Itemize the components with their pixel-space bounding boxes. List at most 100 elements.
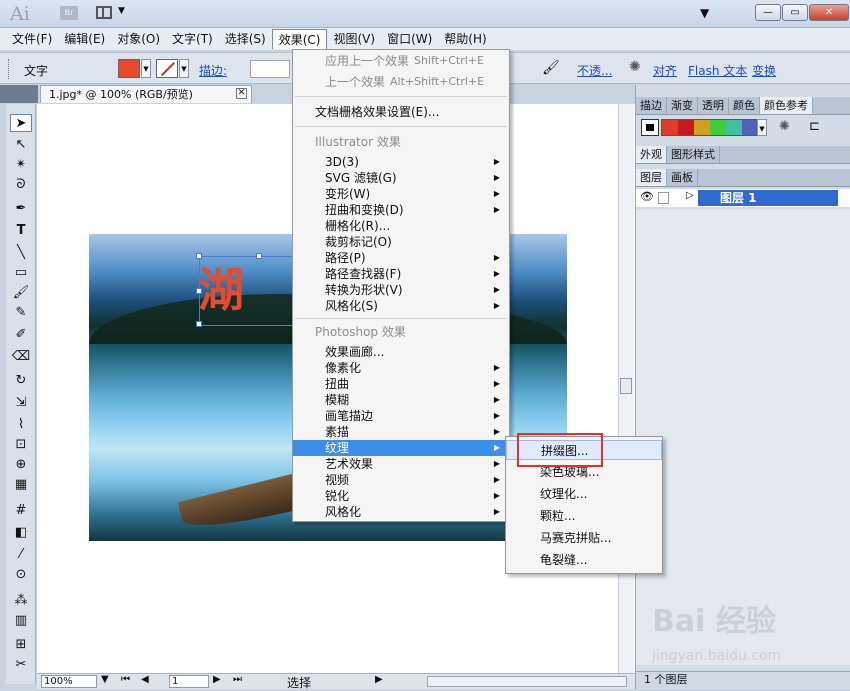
arrange-documents-icon[interactable] [96, 6, 112, 19]
submenu-item-craquelure[interactable]: 龟裂缝... [506, 550, 662, 570]
harmony-swatch-2[interactable] [678, 120, 694, 135]
color-wheel-icon[interactable]: ✺ [779, 119, 790, 134]
zoom-dropdown-icon[interactable]: ▼ [101, 674, 109, 685]
menu-item-distort[interactable]: 扭曲 ▶ [293, 376, 509, 392]
tab-appearance[interactable]: 外观 [636, 146, 667, 163]
menu-select[interactable]: 选择(S) [219, 29, 272, 49]
scale-tool-icon[interactable]: ⇲ [10, 394, 32, 412]
first-artboard-icon[interactable]: ⏮ [121, 674, 130, 685]
next-artboard-icon[interactable]: ▶ [213, 674, 221, 685]
symbol-sprayer-icon[interactable]: ⁂ [10, 592, 32, 610]
menu-object[interactable]: 对象(O) [111, 29, 166, 49]
resize-handle[interactable] [256, 253, 262, 259]
menu-item-convert-to-shape[interactable]: 转换为形状(V) ▶ [293, 282, 509, 298]
fill-swatch[interactable] [118, 59, 140, 78]
stroke-weight-input[interactable] [250, 60, 290, 78]
menu-item-pixelate[interactable]: 像素化 ▶ [293, 360, 509, 376]
menu-item-crop-marks[interactable]: 裁剪标记(O) [293, 234, 509, 250]
menu-item-rasterize[interactable]: 栅格化(R)... [293, 218, 509, 234]
minimize-button[interactable]: — [755, 4, 781, 21]
menu-item-stylize-ps[interactable]: 风格化 ▶ [293, 504, 509, 520]
prev-artboard-icon[interactable]: ◀ [141, 674, 149, 685]
chevron-down-icon[interactable]: ▼ [118, 6, 125, 16]
lock-toggle[interactable] [658, 192, 669, 204]
harmony-swatch-1[interactable] [662, 120, 678, 135]
menu-item-sharpen[interactable]: 锐化 ▶ [293, 488, 509, 504]
resize-handle[interactable] [196, 321, 202, 327]
base-color-swatch[interactable] [641, 119, 659, 136]
menu-window[interactable]: 窗口(W) [381, 29, 438, 49]
brush-icon[interactable]: 🖌 [542, 60, 560, 76]
stroke-dropdown[interactable]: ▼ [179, 59, 189, 78]
menu-item-artistic[interactable]: 艺术效果 ▶ [293, 456, 509, 472]
menu-item-video[interactable]: 视频 ▶ [293, 472, 509, 488]
submenu-item-mosaic-tiles[interactable]: 马赛克拼贴... [506, 528, 662, 548]
menu-item-last-effect[interactable]: 上一个效果 Alt+Shift+Ctrl+E [293, 74, 509, 90]
stroke-swatch[interactable] [156, 59, 178, 78]
stroke-link[interactable]: 描边: [199, 62, 227, 79]
scroll-thumb[interactable] [620, 378, 632, 394]
blend-tool-icon[interactable]: ⊙ [10, 566, 32, 584]
harmony-swatch-4[interactable] [710, 120, 726, 135]
blob-brush-icon[interactable]: ✐ [10, 326, 32, 344]
menu-item-3d[interactable]: 3D(3) ▶ [293, 154, 509, 170]
menu-type[interactable]: 文字(T) [166, 29, 219, 49]
document-tab[interactable]: 1.jpg* @ 100% (RGB/预览) ✕ [40, 85, 252, 103]
menu-item-document-raster-settings[interactable]: 文档栅格效果设置(E)... [293, 104, 509, 120]
pencil-icon[interactable]: ✎ [10, 304, 32, 322]
direct-selection-tool-icon[interactable]: ↖ [10, 136, 32, 154]
zoom-field[interactable]: 100% [41, 675, 97, 688]
menu-item-texture[interactable]: 纹理 ▶ [293, 440, 509, 456]
search-dropdown[interactable]: ▼ [700, 6, 740, 20]
resize-handle[interactable] [196, 253, 202, 259]
rectangle-tool-icon[interactable]: ▭ [10, 264, 32, 282]
menu-item-brush-strokes[interactable]: 画笔描边 ▶ [293, 408, 509, 424]
harmony-swatch-3[interactable] [694, 120, 710, 135]
menu-effect[interactable]: 效果(C) [271, 29, 328, 49]
tab-stroke[interactable]: 描边 [636, 97, 667, 114]
new-swatch-group-icon[interactable]: ⊏ [809, 119, 820, 134]
flash-text-link[interactable]: Flash 文本 [688, 62, 747, 79]
tab-artboards[interactable]: 画板 [667, 169, 698, 186]
submenu-item-grain[interactable]: 颗粒... [506, 506, 662, 526]
grip-handle[interactable] [8, 59, 11, 79]
line-tool-icon[interactable]: ╲ [10, 244, 32, 262]
lasso-icon[interactable]: ᘐ [10, 176, 32, 194]
rotate-tool-icon[interactable]: ↻ [10, 372, 32, 390]
menu-item-warp[interactable]: 变形(W) ▶ [293, 186, 509, 202]
menu-item-stylize-ai[interactable]: 风格化(S) ▶ [293, 298, 509, 314]
style-icon[interactable]: ✺ [629, 59, 641, 75]
warp-tool-icon[interactable]: ⌇ [10, 416, 32, 434]
fill-dropdown[interactable]: ▼ [141, 59, 151, 78]
eraser-icon[interactable]: ⌫ [10, 348, 32, 366]
menu-item-pathfinder[interactable]: 路径查找器(F) ▶ [293, 266, 509, 282]
slice-tool-icon[interactable]: ✂ [10, 656, 32, 674]
close-button[interactable]: ✕ [809, 4, 849, 21]
gradient-tool-icon[interactable]: ◧ [10, 524, 32, 542]
menu-item-apply-last-effect[interactable]: 应用上一个效果 Shift+Ctrl+E [293, 53, 509, 69]
menu-item-svg-filters[interactable]: SVG 滤镜(G) ▶ [293, 170, 509, 186]
tab-gradient[interactable]: 渐变 [667, 97, 698, 114]
tab-layers[interactable]: 图层 [636, 169, 667, 186]
expand-layer-icon[interactable]: ▷ [686, 190, 694, 201]
pen-tool-icon[interactable]: ✒ [10, 200, 32, 218]
tab-graphic-styles[interactable]: 图形样式 [667, 146, 720, 163]
align-link[interactable]: 对齐 [653, 62, 677, 79]
menu-help[interactable]: 帮助(H) [438, 29, 492, 49]
menu-item-blur[interactable]: 模糊 ▶ [293, 392, 509, 408]
mesh-tool-icon[interactable]: # [10, 502, 32, 520]
eyedropper-icon[interactable]: ⁄ [10, 546, 32, 564]
status-menu-icon[interactable]: ▶ [375, 674, 383, 685]
harmony-swatch-5[interactable] [726, 120, 742, 135]
visibility-eye-icon[interactable]: 👁 [640, 190, 654, 203]
close-tab-icon[interactable]: ✕ [236, 88, 247, 99]
shape-builder-icon[interactable]: ⊕ [10, 456, 32, 474]
menu-edit[interactable]: 编辑(E) [58, 29, 111, 49]
menu-item-path[interactable]: 路径(P) ▶ [293, 250, 509, 266]
paintbrush-icon[interactable]: 🖌 [10, 284, 32, 302]
harmony-swatch-6[interactable] [742, 120, 758, 135]
artboard-number-field[interactable]: 1 [169, 675, 209, 688]
restore-button[interactable]: ▭ [782, 4, 808, 21]
type-tool-icon[interactable]: T [10, 222, 32, 240]
harmony-dropdown[interactable]: ▼ [757, 119, 767, 136]
